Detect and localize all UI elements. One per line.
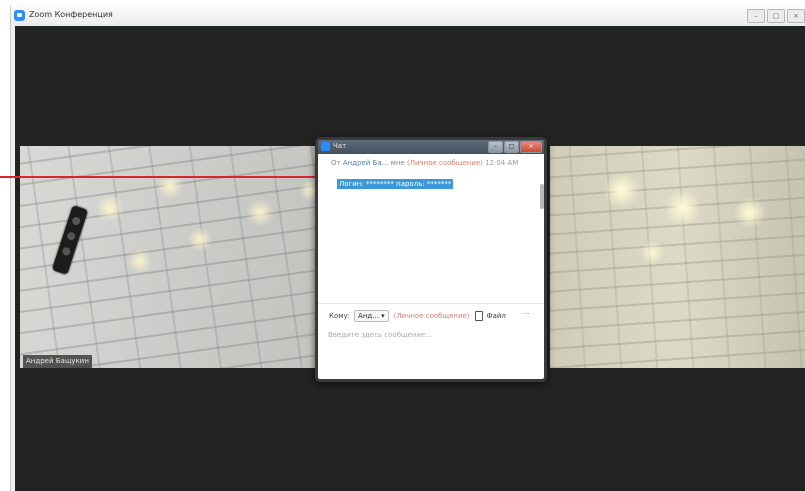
sender-name[interactable]: Андрей Ба...	[343, 159, 389, 167]
message-header: От Андрей Ба... мне (Личное сообщение) 1…	[331, 159, 518, 167]
chat-close-button[interactable]: ×	[520, 141, 542, 153]
annotation-arrow-line	[0, 176, 322, 178]
recipient-dropdown[interactable]: Анд... ▾	[354, 310, 389, 322]
chat-window-controls: – □ ×	[488, 141, 542, 153]
private-message-label: (Личное сообщение)	[406, 159, 483, 167]
more-options-button[interactable]: ···	[523, 310, 530, 318]
chat-titlebar[interactable]: Чат – □ ×	[318, 140, 544, 154]
participant-video-right[interactable]	[550, 146, 805, 368]
to-label: Кому:	[329, 312, 351, 320]
from-label: От	[331, 159, 341, 167]
chat-title: Чат	[333, 142, 347, 150]
chat-divider	[318, 303, 544, 304]
chat-message-text[interactable]: Логин: ******** пароль: *******	[337, 179, 454, 189]
window-controls: – □ ×	[747, 9, 805, 23]
message-time: 12:04 AM	[485, 159, 519, 167]
window-titlebar[interactable]: Zoom Конференция – □ ×	[11, 6, 805, 26]
window-title: Zoom Конференция	[29, 10, 113, 19]
maximize-button[interactable]: □	[767, 9, 785, 23]
chat-window: Чат – □ × От Андрей Ба... мне (Личное со…	[315, 137, 547, 382]
wall-object	[51, 205, 89, 275]
message-input[interactable]	[328, 328, 528, 342]
chat-scrollbar[interactable]	[540, 184, 544, 209]
file-button[interactable]: Файл	[487, 312, 506, 320]
recipient-me: мне	[390, 159, 405, 167]
zoom-logo-icon	[14, 10, 25, 21]
zoom-logo-icon	[321, 142, 330, 151]
private-message-label: (Личное сообщение)	[393, 312, 470, 320]
chat-minimize-button[interactable]: –	[488, 141, 503, 153]
file-icon[interactable]	[474, 311, 483, 321]
chat-maximize-button[interactable]: □	[504, 141, 519, 153]
participant-name-tag: Андрей Бащукин	[23, 355, 92, 368]
close-button[interactable]: ×	[787, 9, 805, 23]
minimize-button[interactable]: –	[747, 9, 765, 23]
recipient-row: Кому: Анд... ▾ (Личное сообщение) Файл	[329, 310, 506, 322]
